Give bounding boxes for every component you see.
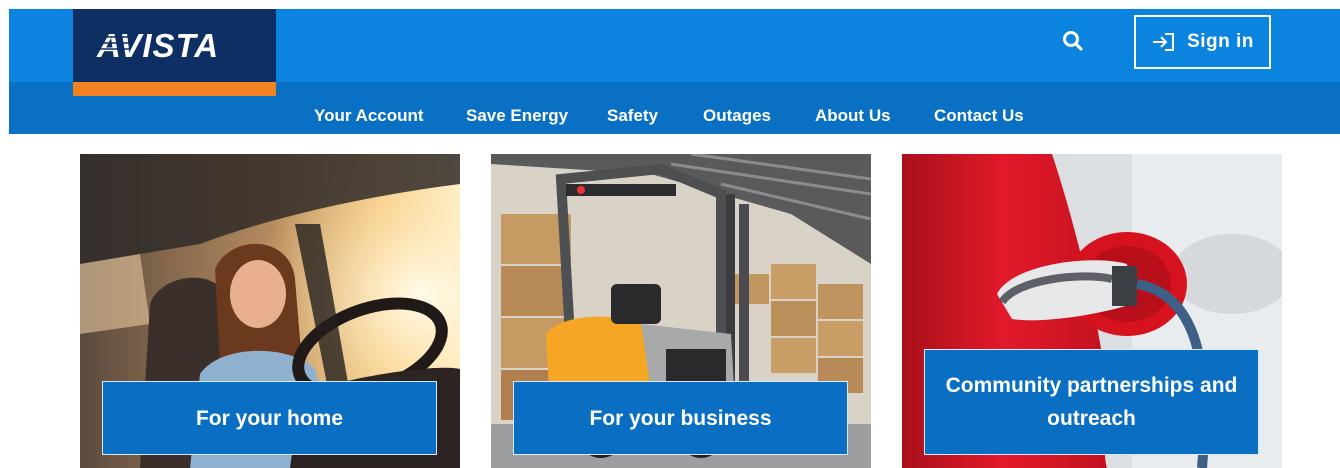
search-icon[interactable] (1060, 28, 1086, 54)
sign-in-button[interactable]: Sign in (1134, 15, 1271, 69)
nav-item-about-us[interactable]: About Us (815, 106, 891, 126)
business-card[interactable]: For your business (491, 154, 871, 468)
nav-item-your-account[interactable]: Your Account (314, 106, 424, 126)
sign-in-arrow-icon (1153, 33, 1175, 51)
card-home-label[interactable]: For your home (102, 381, 437, 455)
home-card[interactable]: For your home (80, 154, 460, 468)
nav-item-contact-us[interactable]: Contact Us (934, 106, 1024, 126)
nav-item-safety[interactable]: Safety (607, 106, 658, 126)
card-community-label[interactable]: Community partnerships and outreach (924, 349, 1259, 455)
nav-item-outages[interactable]: Outages (703, 106, 771, 126)
community-card[interactable]: Community partnerships and outreach (902, 154, 1282, 468)
page-frame: AVISTA Sign in Your Account Save Energy … (9, 9, 1340, 468)
avista-logo[interactable]: AVISTA (73, 9, 276, 96)
nav-item-save-energy[interactable]: Save Energy (466, 106, 568, 126)
logo-orange-stripe (73, 82, 276, 96)
sign-in-label: Sign in (1187, 31, 1254, 52)
card-business-label[interactable]: For your business (513, 381, 848, 455)
